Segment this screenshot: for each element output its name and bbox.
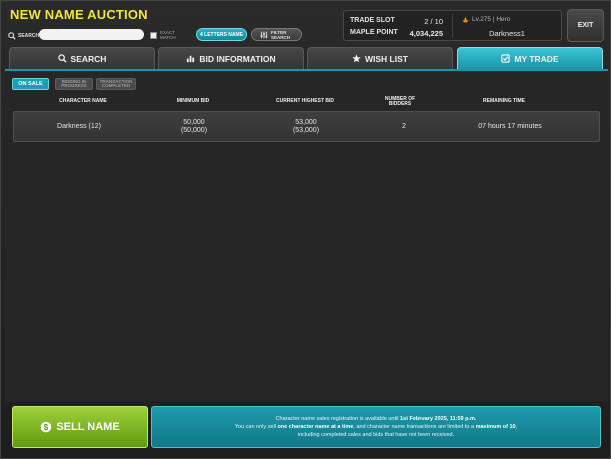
tab-search[interactable]: SEARCH	[9, 47, 155, 69]
table-row[interactable]: Darkness (12) 50,000 (50,000) 53,000 (53…	[13, 111, 600, 142]
tab-bar: SEARCH BID INFORMATION WISH LIST MY TRAD…	[9, 47, 604, 69]
tab-bid-information[interactable]: BID INFORMATION	[158, 47, 304, 69]
notice-text: , and character name transactions are li…	[353, 424, 476, 430]
minimum-bid-value: 50,000	[183, 118, 205, 126]
sliders-icon	[260, 31, 268, 38]
number-of-bidders-value: 2	[402, 122, 406, 130]
bar-chart-icon	[187, 55, 195, 63]
current-highest-bid-value: 53,000	[295, 118, 317, 126]
name-auction-window: NEW NAME AUCTION SEARCH EXACT MATCH 4 LE…	[0, 0, 611, 459]
cell-remaining-time: 07 hours 17 minutes	[460, 112, 560, 141]
checkbox-box[interactable]	[150, 31, 157, 39]
notice-line-3: including completed sales and bids that …	[297, 432, 455, 438]
trade-list-panel: ON SALE BIDDING IN PROGRESS TRANSACTION …	[5, 71, 608, 401]
remaining-time-value: 07 hours 17 minutes	[478, 122, 542, 130]
star-icon	[352, 54, 361, 63]
character-name-value: Darkness (12)	[57, 122, 101, 130]
tab-label: BID INFORMATION	[199, 53, 276, 64]
notice-text: ,	[515, 424, 518, 430]
coin-icon: $	[41, 421, 52, 433]
current-highest-bid-sub-value: (53,000)	[292, 126, 320, 134]
page-title: NEW NAME AUCTION	[10, 7, 148, 22]
notice-text: Character name sales registration is ava…	[275, 416, 400, 422]
exact-match-label: EXACT MATCH	[160, 30, 176, 40]
subtab-on-sale[interactable]: ON SALE	[12, 78, 49, 90]
maple-point-value: 4,034,225	[409, 29, 443, 38]
column-header-character-name: CHARACTER NAME	[59, 98, 107, 105]
character-level: Lv.275 | Hero	[462, 16, 510, 23]
tab-wish-list[interactable]: WISH LIST	[307, 47, 453, 69]
subtab-bidding-in-progress[interactable]: BIDDING IN PROGRESS	[55, 78, 93, 90]
sell-name-label: SELL NAME	[56, 421, 120, 433]
filter-search-label: FILTER SEARCH	[271, 29, 291, 40]
search-label: SEARCH	[8, 30, 39, 42]
notice-text: You can only sell	[234, 424, 278, 430]
trade-slot-value: 2 / 10	[424, 17, 443, 26]
tab-label: WISH LIST	[365, 53, 408, 64]
search-icon	[57, 54, 67, 63]
cell-current-highest-bid: 53,000 (53,000)	[266, 112, 346, 141]
character-name: Darkness1	[489, 29, 525, 38]
character-level-text: Lv.275 | Hero	[472, 16, 511, 23]
checkbox-icon	[501, 54, 511, 63]
search-icon	[8, 32, 16, 40]
column-header-current-highest-bid: CURRENT HIGHEST BID	[275, 98, 335, 105]
search-label-text: SEARCH	[18, 33, 40, 39]
notice-emphasis: maximum of 10	[475, 424, 516, 430]
minimum-bid-sub-value: (50,000)	[180, 126, 208, 134]
cell-number-of-bidders: 2	[374, 112, 434, 141]
cell-character-name: Darkness (12)	[29, 112, 129, 141]
exact-match-checkbox[interactable]: EXACT MATCH	[150, 30, 182, 40]
maple-point-label: MAPLE POINT	[350, 29, 398, 36]
tab-label: SEARCH	[70, 53, 107, 64]
notice-deadline: 1st February 2025, 11:59 p.m.	[399, 416, 477, 422]
cell-minimum-bid: 50,000 (50,000)	[154, 112, 234, 141]
exit-button[interactable]: EXIT	[567, 9, 604, 42]
search-input[interactable]	[39, 29, 144, 40]
notice-line-1: Character name sales registration is ava…	[276, 415, 477, 423]
filter-search-button[interactable]: FILTER SEARCH	[251, 28, 302, 41]
account-info-panel: TRADE SLOT 2 / 10 MAPLE POINT 4,034,225 …	[343, 10, 562, 41]
class-emblem-icon	[462, 16, 469, 23]
four-letters-name-button[interactable]: 4 LETTERS NAME	[196, 28, 247, 41]
column-header-remaining-time: REMAINING TIME	[483, 98, 525, 105]
notice-line-2: You can only sell one character name at …	[235, 423, 517, 431]
tab-label: MY TRADE	[514, 53, 559, 64]
column-header-minimum-bid: MINIMUM BID	[176, 98, 210, 105]
column-header-number-of-bidders: NUMBER OF BIDDERS	[384, 95, 416, 107]
notice-emphasis: one character name at a time	[277, 424, 354, 430]
tab-my-trade[interactable]: MY TRADE	[457, 47, 603, 69]
sell-name-button[interactable]: $ SELL NAME	[12, 406, 148, 448]
trade-slot-label: TRADE SLOT	[350, 17, 395, 24]
subtab-transaction-completed[interactable]: TRANSACTION COMPLETED	[96, 78, 136, 90]
sales-notice: Character name sales registration is ava…	[151, 406, 601, 448]
svg-text:$: $	[44, 423, 49, 432]
